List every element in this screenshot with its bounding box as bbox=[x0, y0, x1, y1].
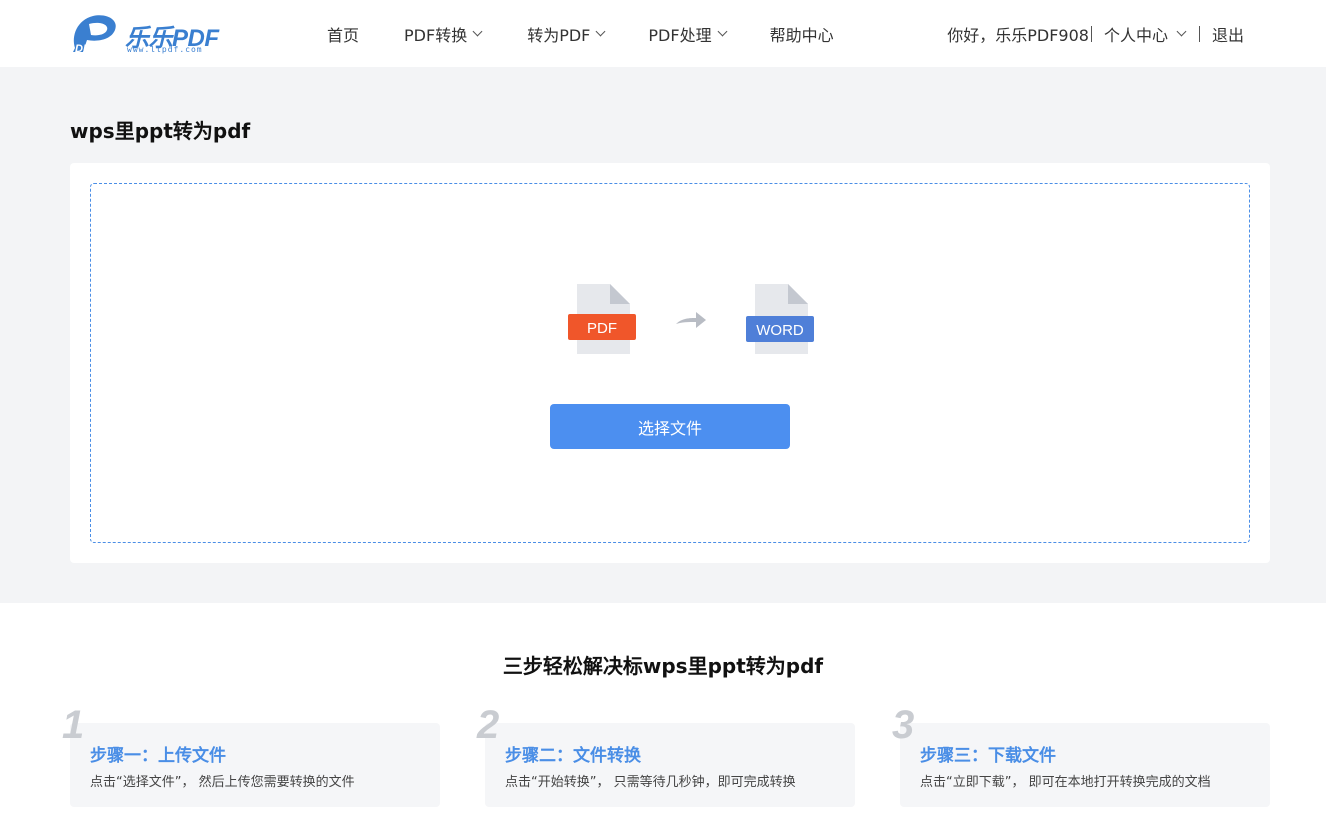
steps-title: 三步轻松解决标wps里ppt转为pdf bbox=[502, 654, 824, 678]
nav-home[interactable]: 首页 bbox=[327, 22, 359, 46]
user-area: 你好，乐乐PDF908 个人中心 退出 bbox=[947, 0, 1244, 67]
step-description: 点击“立即下载”， 即可在本地打开转换完成的文档 bbox=[920, 775, 1211, 790]
nav-pdf-convert[interactable]: PDF转换 bbox=[404, 22, 483, 46]
chevron-down-icon[interactable] bbox=[1176, 26, 1187, 37]
svg-text:DF: DF bbox=[75, 43, 90, 54]
chevron-down-icon bbox=[595, 26, 606, 37]
upload-card: PDF WORD 选择文件 bbox=[70, 163, 1270, 563]
top-header: DF 乐乐PDF www.llpdf.com 首页 PDF转换 转为PDF PD… bbox=[0, 0, 1326, 67]
nav-pdf-process-label: PDF处理 bbox=[648, 25, 712, 45]
logout-link[interactable]: 退出 bbox=[1212, 22, 1244, 46]
step-number: 3 bbox=[892, 703, 915, 747]
nav-help[interactable]: 帮助中心 bbox=[770, 22, 834, 46]
page-title: wps里ppt转为pdf bbox=[70, 119, 251, 143]
word-label: WORD bbox=[756, 322, 804, 339]
step-title: 步骤三：下载文件 bbox=[920, 746, 1056, 766]
main-nav: 首页 PDF转换 转为PDF PDF处理 帮助中心 bbox=[310, 0, 834, 67]
nav-to-pdf[interactable]: 转为PDF bbox=[527, 22, 606, 46]
step-card: 3 步骤三：下载文件 点击“立即下载”， 即可在本地打开转换完成的文档 bbox=[892, 703, 1270, 807]
step-card: 2 步骤二：文件转换 点击“开始转换”， 只需等待几秒钟，即可完成转换 bbox=[477, 703, 855, 807]
user-center-menu[interactable]: 个人中心 bbox=[1104, 22, 1168, 46]
choose-file-button[interactable]: 选择文件 bbox=[550, 404, 790, 449]
chevron-down-icon bbox=[717, 26, 728, 37]
nav-pdf-process[interactable]: PDF处理 bbox=[648, 22, 728, 46]
divider bbox=[1090, 25, 1092, 42]
logo[interactable]: DF 乐乐PDF www.llpdf.com bbox=[69, 12, 229, 55]
step-description: 点击“开始转换”， 只需等待几秒钟，即可完成转换 bbox=[505, 775, 796, 790]
pdf-label: PDF bbox=[587, 320, 617, 337]
step-description: 点击“选择文件”， 然后上传您需要转换的文件 bbox=[90, 775, 355, 790]
step-title: 步骤二：文件转换 bbox=[505, 746, 641, 766]
logo-mark-icon: DF bbox=[73, 15, 116, 55]
pdf-file-icon: PDF bbox=[568, 284, 636, 354]
nav-pdf-convert-label: PDF转换 bbox=[404, 25, 468, 45]
user-greeting: 你好，乐乐PDF908 bbox=[947, 25, 1089, 45]
step-card: 1 步骤一：上传文件 点击“选择文件”， 然后上传您需要转换的文件 bbox=[62, 703, 440, 807]
word-file-icon: WORD bbox=[746, 284, 814, 354]
nav-help-label: 帮助中心 bbox=[769, 25, 834, 45]
step-number: 1 bbox=[62, 703, 85, 747]
logo-url: www.llpdf.com bbox=[127, 45, 203, 54]
arrow-right-icon bbox=[676, 312, 706, 328]
step-title: 步骤一：上传文件 bbox=[90, 746, 226, 766]
nav-to-pdf-label: 转为PDF bbox=[527, 25, 591, 45]
nav-home-label: 首页 bbox=[327, 25, 360, 45]
chevron-down-icon bbox=[472, 26, 483, 37]
step-number: 2 bbox=[477, 703, 500, 747]
divider bbox=[1198, 25, 1200, 42]
file-dropzone[interactable]: PDF WORD 选择文件 bbox=[90, 183, 1250, 543]
